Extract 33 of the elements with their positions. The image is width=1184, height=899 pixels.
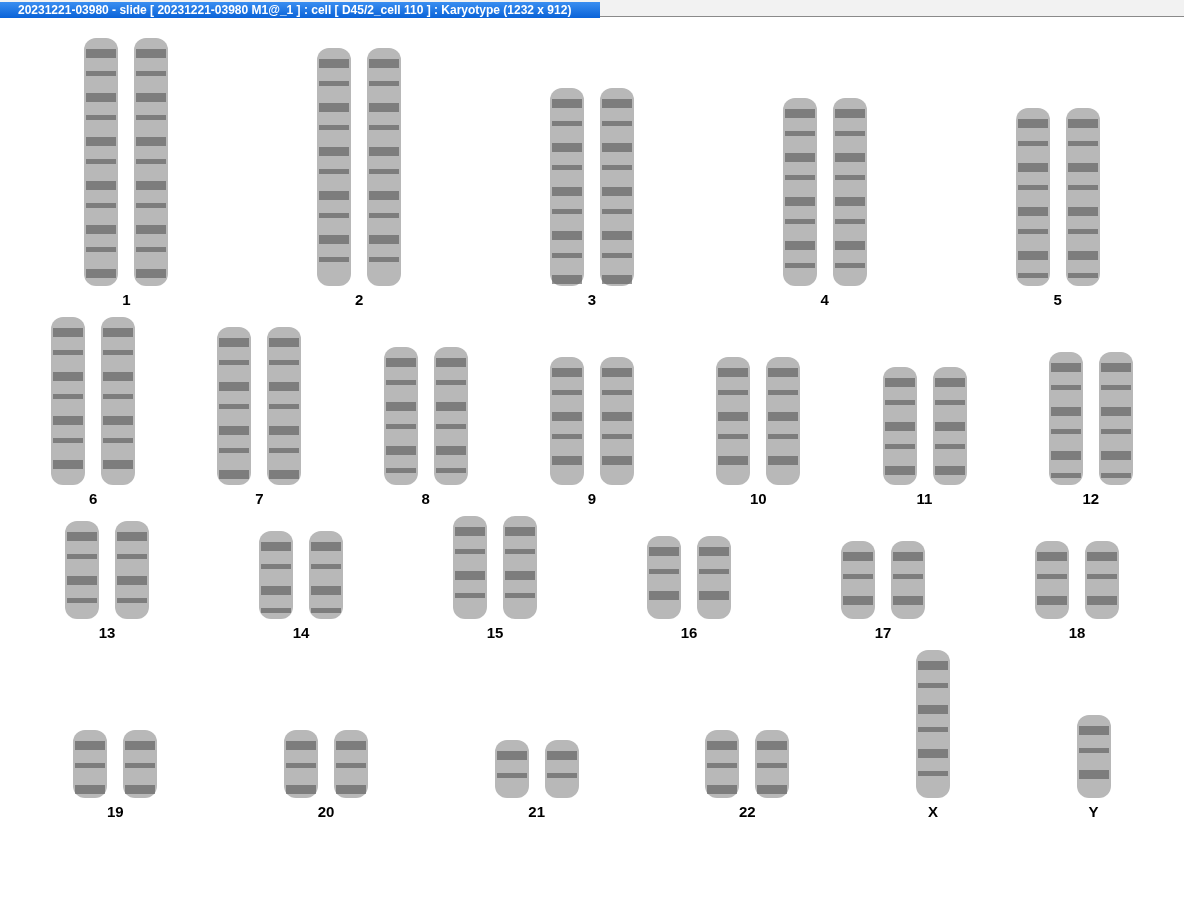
chromosome-drawing <box>333 729 369 799</box>
chromosome-label: 13 <box>98 624 116 641</box>
chromosome-drawing <box>283 729 319 799</box>
chromosome-label: 8 <box>421 490 430 507</box>
chromosome-label: 15 <box>486 624 504 641</box>
chromosome-label: 5 <box>1053 291 1062 308</box>
chromosome-drawing <box>72 729 109 799</box>
chromosome-label: Y <box>1088 803 1099 820</box>
chromosome-label: 16 <box>680 624 698 641</box>
chromosome-drawing <box>122 729 159 799</box>
chromosome-label: 10 <box>749 490 767 507</box>
chromosome-label: 6 <box>88 490 98 507</box>
chromosome-label: 17 <box>874 624 892 641</box>
chromosome-label: 14 <box>292 624 310 641</box>
chromosome-drawing <box>754 729 791 799</box>
chromosome-drawing <box>543 739 580 799</box>
chromosome-label: 22 <box>738 803 756 820</box>
chromosome-label: 11 <box>916 490 933 507</box>
window-title: 20231221-03980 - slide [ 20231221-03980 M1@_1 ] : cell [ D45/2_cell 110 ] : Karyotype (1232 x 912) <box>0 2 600 18</box>
chromosome-label: 19 <box>107 803 124 820</box>
chromosome-label: 7 <box>255 490 264 507</box>
chromosome-label: 3 <box>587 291 597 308</box>
chromosome-label: 4 <box>820 291 829 308</box>
chromosome-label: 2 <box>355 291 364 308</box>
chromosome-label: 21 <box>528 803 545 820</box>
chromosome-label: 18 <box>1068 624 1086 641</box>
chromosome-drawing <box>704 729 741 799</box>
chromosome-label: 9 <box>587 490 597 507</box>
chromosome-label: X <box>927 803 938 820</box>
chromosome-drawing <box>493 739 530 799</box>
chromosome-label: 20 <box>317 803 335 820</box>
chromosome-label: 12 <box>1082 490 1100 507</box>
chromosome-label: 1 <box>122 291 131 308</box>
